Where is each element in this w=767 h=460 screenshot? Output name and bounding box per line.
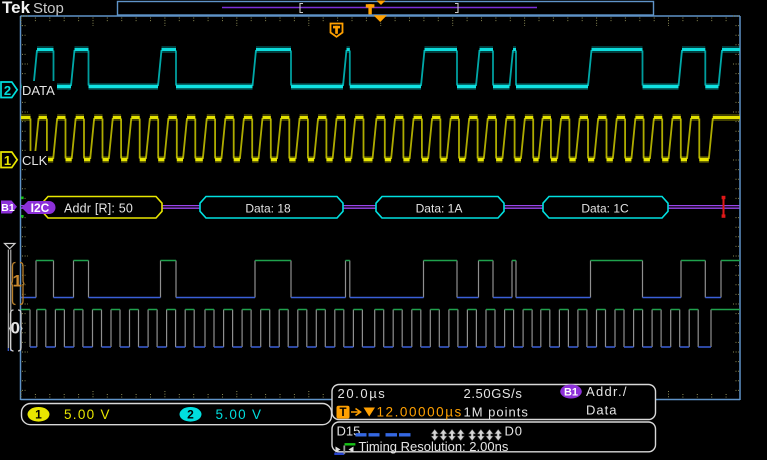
svg-text:Data: 1A: Data: 1A (416, 202, 463, 216)
svg-text:2: 2 (187, 408, 194, 422)
svg-text:DATA: DATA (22, 83, 55, 98)
svg-text:D0: D0 (505, 424, 523, 439)
svg-text:Tek: Tek (2, 0, 31, 17)
svg-text:2.50GS/s: 2.50GS/s (464, 386, 523, 401)
svg-text:Data: Data (586, 403, 617, 418)
svg-text:B1: B1 (1, 202, 15, 214)
svg-text:1: 1 (12, 272, 21, 291)
svg-text:1: 1 (35, 408, 42, 422)
svg-text:12.00000µs: 12.00000µs (377, 405, 463, 420)
svg-text:I2C: I2C (31, 201, 50, 215)
svg-text:B1: B1 (564, 387, 578, 399)
svg-text:1M points: 1M points (464, 405, 529, 420)
svg-text:Addr [R]: 50: Addr [R]: 50 (64, 202, 133, 216)
svg-text:1: 1 (4, 153, 11, 168)
svg-text:0: 0 (10, 319, 19, 338)
svg-text:5.00 V: 5.00 V (64, 407, 111, 422)
svg-text:2: 2 (4, 83, 11, 98)
svg-text:20.0µs: 20.0µs (338, 386, 387, 401)
svg-text:Data: 1C: Data: 1C (581, 202, 629, 216)
svg-text:Timing Resolution: 2.00ns: Timing Resolution: 2.00ns (359, 439, 509, 454)
svg-text:Addr./: Addr./ (586, 384, 628, 399)
svg-text:T: T (339, 407, 346, 419)
svg-text:CLK: CLK (22, 153, 48, 168)
svg-text:Data: 18: Data: 18 (245, 202, 291, 216)
svg-text:Stop: Stop (33, 0, 64, 17)
svg-text:5.00 V: 5.00 V (216, 407, 263, 422)
